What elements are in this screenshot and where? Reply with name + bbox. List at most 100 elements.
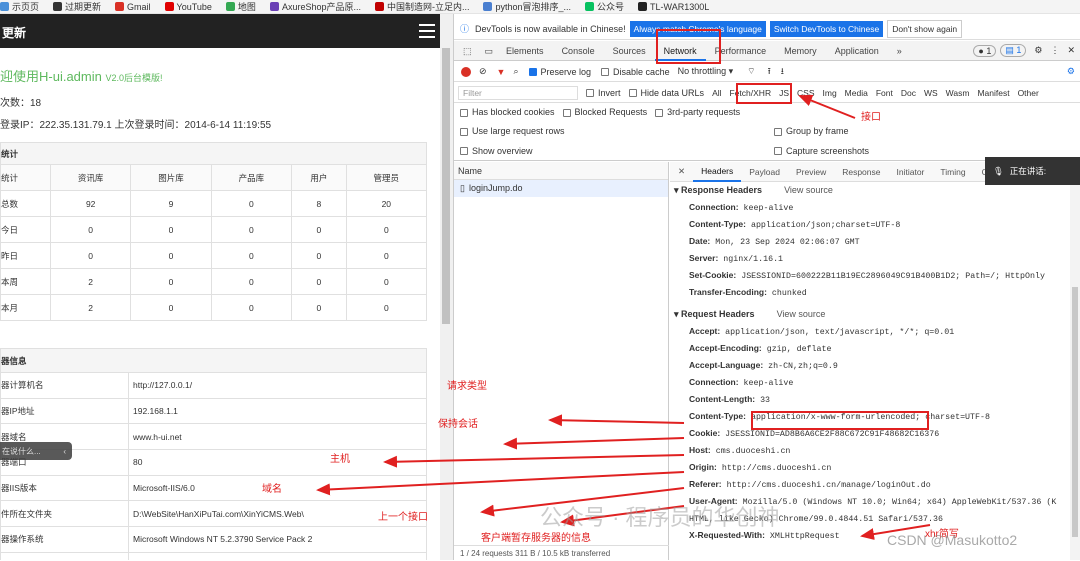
search-icon[interactable]: ⌕: [513, 66, 518, 77]
detail-tab-initiator[interactable]: Initiator: [889, 167, 933, 177]
csdn-watermark: CSDN @Masukotto2: [887, 532, 1018, 548]
preserve-log-checkbox[interactable]: Preserve log: [528, 67, 591, 77]
type-filter-wasm[interactable]: Wasm: [946, 88, 970, 98]
hide-data-urls-checkbox[interactable]: Hide data URLs: [628, 87, 705, 98]
throttling-select[interactable]: No throttling ▾: [678, 66, 734, 77]
request-row[interactable]: ▯ loginJump.do: [454, 180, 668, 197]
bookmark-item[interactable]: 地图: [225, 0, 256, 13]
large-rows-checkbox[interactable]: Use large request rows: [460, 126, 774, 136]
bookmark-item[interactable]: TL-WAR1300L: [638, 2, 709, 12]
blocked-requests-checkbox[interactable]: Blocked Requests: [562, 107, 647, 117]
view-source-link[interactable]: View source: [784, 185, 833, 195]
type-filter-media[interactable]: Media: [845, 88, 868, 98]
record-icon[interactable]: [461, 66, 471, 77]
upload-icon[interactable]: ⭱: [768, 64, 771, 80]
request-headers-section[interactable]: ▾ Request Headers View source: [670, 306, 1080, 323]
type-filter-img[interactable]: Img: [823, 88, 837, 98]
tab-sources[interactable]: Sources: [604, 41, 655, 61]
capture-screenshots-checkbox[interactable]: Capture screenshots: [774, 146, 869, 156]
error-badge[interactable]: ● 1: [973, 44, 997, 57]
header-key: Accept:: [689, 326, 721, 336]
type-filter-ws[interactable]: WS: [924, 88, 938, 98]
show-overview-checkbox[interactable]: Show overview: [460, 146, 774, 156]
network-toolbar: ⊘ ▼ ⌕ Preserve log Disable cache No thro…: [454, 62, 1080, 82]
detail-tab-timing[interactable]: Timing: [932, 167, 973, 177]
group-by-frame-checkbox[interactable]: Group by frame: [774, 126, 849, 136]
hide-data-urls-label: Hide data URLs: [640, 87, 705, 98]
bookmark-item[interactable]: AxureShop产品原...: [269, 0, 361, 13]
message-count: 1: [1016, 45, 1022, 55]
stats-table: 统计 统计 资讯库 图片库 产品库 用户 管理员 总数 92 9 0 8 20 今日 0 0 0 0 0 昨日 0 0 0 0…: [0, 142, 428, 321]
page-scrollbar[interactable]: [440, 14, 453, 560]
header-key: Date:: [689, 236, 711, 246]
kebab-menu-icon[interactable]: ⋮: [1050, 45, 1059, 56]
type-filter-manifest[interactable]: Manifest: [977, 88, 1009, 98]
server-caption: 器信息: [0, 348, 427, 373]
view-source-link[interactable]: View source: [777, 309, 826, 319]
download-icon[interactable]: ⭳: [781, 64, 784, 80]
disable-cache-checkbox[interactable]: Disable cache: [601, 67, 670, 77]
table-cell: 0: [210, 216, 293, 243]
detail-tab-payload[interactable]: Payload: [741, 167, 788, 177]
type-filter-css[interactable]: CSS: [797, 88, 814, 98]
invert-checkbox[interactable]: Invert: [586, 88, 621, 98]
tab-console[interactable]: Console: [553, 41, 604, 61]
request-name: loginJump.do: [468, 183, 523, 193]
type-filter-other[interactable]: Other: [1018, 88, 1039, 98]
filter-input[interactable]: Filter: [458, 85, 578, 100]
group-by-frame-label: Group by frame: [786, 126, 849, 136]
third-party-checkbox[interactable]: 3rd-party requests: [655, 107, 740, 117]
bookmark-item[interactable]: python冒泡排序_...: [483, 0, 571, 13]
table-cell: 本周: [0, 268, 51, 295]
name-column-header[interactable]: Name: [454, 162, 668, 180]
settings-icon[interactable]: ⚙: [1067, 66, 1075, 77]
table-cell: 0: [130, 216, 212, 243]
close-detail-icon[interactable]: ✕: [670, 166, 693, 177]
bookmark-item[interactable]: 示页页: [0, 0, 39, 13]
more-tabs-button[interactable]: »: [888, 41, 911, 61]
filter-icon[interactable]: ▼: [497, 67, 506, 77]
inspect-icon[interactable]: ⬚: [454, 41, 481, 61]
admin-topbar: 更新: [0, 14, 440, 48]
bookmark-icon: [638, 2, 648, 11]
welcome-version: V2.0后台模版!: [105, 73, 163, 83]
table-cell: 0: [291, 294, 347, 321]
detail-tab-headers[interactable]: Headers: [693, 162, 742, 182]
bookmark-icon: [115, 2, 125, 11]
type-filter-all[interactable]: All: [712, 88, 721, 98]
table-row: 本月 2 0 0 0 0: [0, 294, 428, 321]
header-line: Transfer-Encoding: chunked: [670, 284, 1080, 301]
detail-tab-preview[interactable]: Preview: [788, 167, 834, 177]
bookmark-item[interactable]: 公众号: [585, 0, 624, 13]
tab-elements[interactable]: Elements: [497, 41, 553, 61]
chevron-left-icon[interactable]: ‹: [63, 447, 66, 456]
bookmark-item[interactable]: 过期更新: [53, 0, 101, 13]
menu-icon[interactable]: [419, 24, 435, 38]
tab-application[interactable]: Application: [826, 41, 888, 61]
table-cell: 0: [210, 190, 293, 217]
table-cell: 件所在文件夹: [0, 500, 129, 528]
message-badge[interactable]: ▤ 1: [1000, 44, 1027, 57]
blocked-cookies-checkbox[interactable]: Has blocked cookies: [460, 107, 555, 117]
tab-memory[interactable]: Memory: [775, 41, 826, 61]
device-icon[interactable]: ▭: [481, 41, 498, 61]
switch-chinese-button[interactable]: Switch DevTools to Chinese: [769, 20, 884, 37]
detail-tab-response[interactable]: Response: [834, 167, 888, 177]
bookmark-item[interactable]: 中国制造网-立足内...: [374, 0, 469, 13]
bookmark-item[interactable]: YouTube: [164, 2, 212, 12]
detail-scrollbar[interactable]: [1070, 162, 1080, 560]
bookmark-item[interactable]: Gmail: [115, 2, 151, 12]
gear-icon[interactable]: ⚙: [1034, 45, 1042, 56]
options-row-1: Use large request rows Group by frame: [454, 121, 1080, 141]
close-icon[interactable]: ✕: [1067, 45, 1075, 56]
wifi-icon[interactable]: ⌔: [747, 66, 755, 77]
detail-scrollbar-thumb[interactable]: [1072, 287, 1078, 537]
annotation-interface: 接口: [861, 112, 881, 123]
scrollbar-thumb[interactable]: [442, 48, 450, 324]
type-filter-doc[interactable]: Doc: [901, 88, 916, 98]
dont-show-again-button[interactable]: Don't show again: [887, 19, 963, 38]
type-filter-font[interactable]: Font: [876, 88, 893, 98]
clear-icon[interactable]: ⊘: [479, 66, 487, 77]
invert-label: Invert: [598, 87, 621, 98]
speech-toast[interactable]: 在说什么... ‹: [0, 442, 72, 460]
